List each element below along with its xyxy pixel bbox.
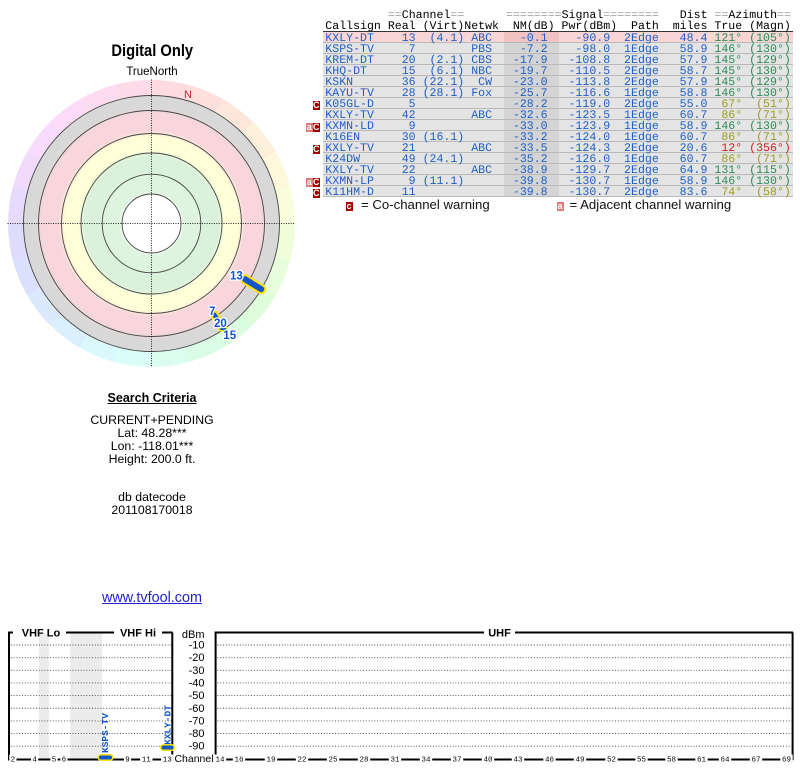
svg-text:25: 25 bbox=[328, 756, 338, 764]
svg-text:-70: -70 bbox=[189, 715, 205, 727]
svg-text:-80: -80 bbox=[189, 728, 205, 740]
svg-text:28: 28 bbox=[359, 756, 368, 764]
svg-text:UHF: UHF bbox=[488, 628, 511, 640]
svg-text:19: 19 bbox=[266, 756, 275, 764]
svg-text:34: 34 bbox=[421, 756, 431, 764]
svg-text:-40: -40 bbox=[189, 677, 205, 689]
svg-text:-30: -30 bbox=[189, 665, 205, 677]
svg-text:-60: -60 bbox=[189, 703, 205, 715]
svg-text:40: 40 bbox=[483, 756, 493, 764]
svg-text:52: 52 bbox=[607, 756, 616, 764]
svg-text:22: 22 bbox=[297, 756, 306, 764]
svg-text:KXLY-DT: KXLY-DT bbox=[163, 705, 174, 745]
svg-text:Channel: Channel bbox=[174, 753, 213, 765]
svg-text:64: 64 bbox=[720, 756, 730, 764]
svg-text:-20: -20 bbox=[189, 652, 205, 664]
svg-text:-50: -50 bbox=[189, 690, 205, 702]
svg-text:2: 2 bbox=[11, 756, 16, 764]
svg-text:-90: -90 bbox=[189, 741, 205, 753]
svg-text:7: 7 bbox=[209, 306, 215, 318]
svg-text:49: 49 bbox=[575, 756, 584, 764]
svg-text:5: 5 bbox=[52, 756, 57, 764]
svg-text:-10: -10 bbox=[189, 640, 205, 652]
svg-text:11: 11 bbox=[142, 756, 152, 764]
svg-text:13: 13 bbox=[163, 756, 173, 764]
svg-text:KSPS-TV: KSPS-TV bbox=[100, 713, 111, 753]
svg-text:55: 55 bbox=[637, 756, 647, 764]
svg-text:6: 6 bbox=[62, 756, 67, 764]
svg-text:9: 9 bbox=[125, 756, 130, 764]
svg-text:VHF Hi: VHF Hi bbox=[120, 628, 156, 640]
svg-text:14: 14 bbox=[215, 756, 225, 764]
svg-text:69: 69 bbox=[782, 756, 791, 764]
svg-text:N: N bbox=[184, 89, 192, 101]
svg-text:13: 13 bbox=[230, 270, 243, 282]
svg-text:31: 31 bbox=[390, 756, 400, 764]
svg-text:58: 58 bbox=[667, 756, 676, 764]
svg-text:VHF Lo: VHF Lo bbox=[22, 628, 61, 640]
svg-text:37: 37 bbox=[452, 756, 461, 764]
svg-text:16: 16 bbox=[234, 756, 244, 764]
svg-text:46: 46 bbox=[545, 756, 555, 764]
svg-text:15: 15 bbox=[223, 330, 236, 342]
svg-text:43: 43 bbox=[513, 756, 523, 764]
svg-text:4: 4 bbox=[32, 756, 37, 764]
svg-text:20: 20 bbox=[214, 318, 227, 330]
svg-text:61: 61 bbox=[697, 756, 707, 764]
svg-text:67: 67 bbox=[751, 756, 760, 764]
